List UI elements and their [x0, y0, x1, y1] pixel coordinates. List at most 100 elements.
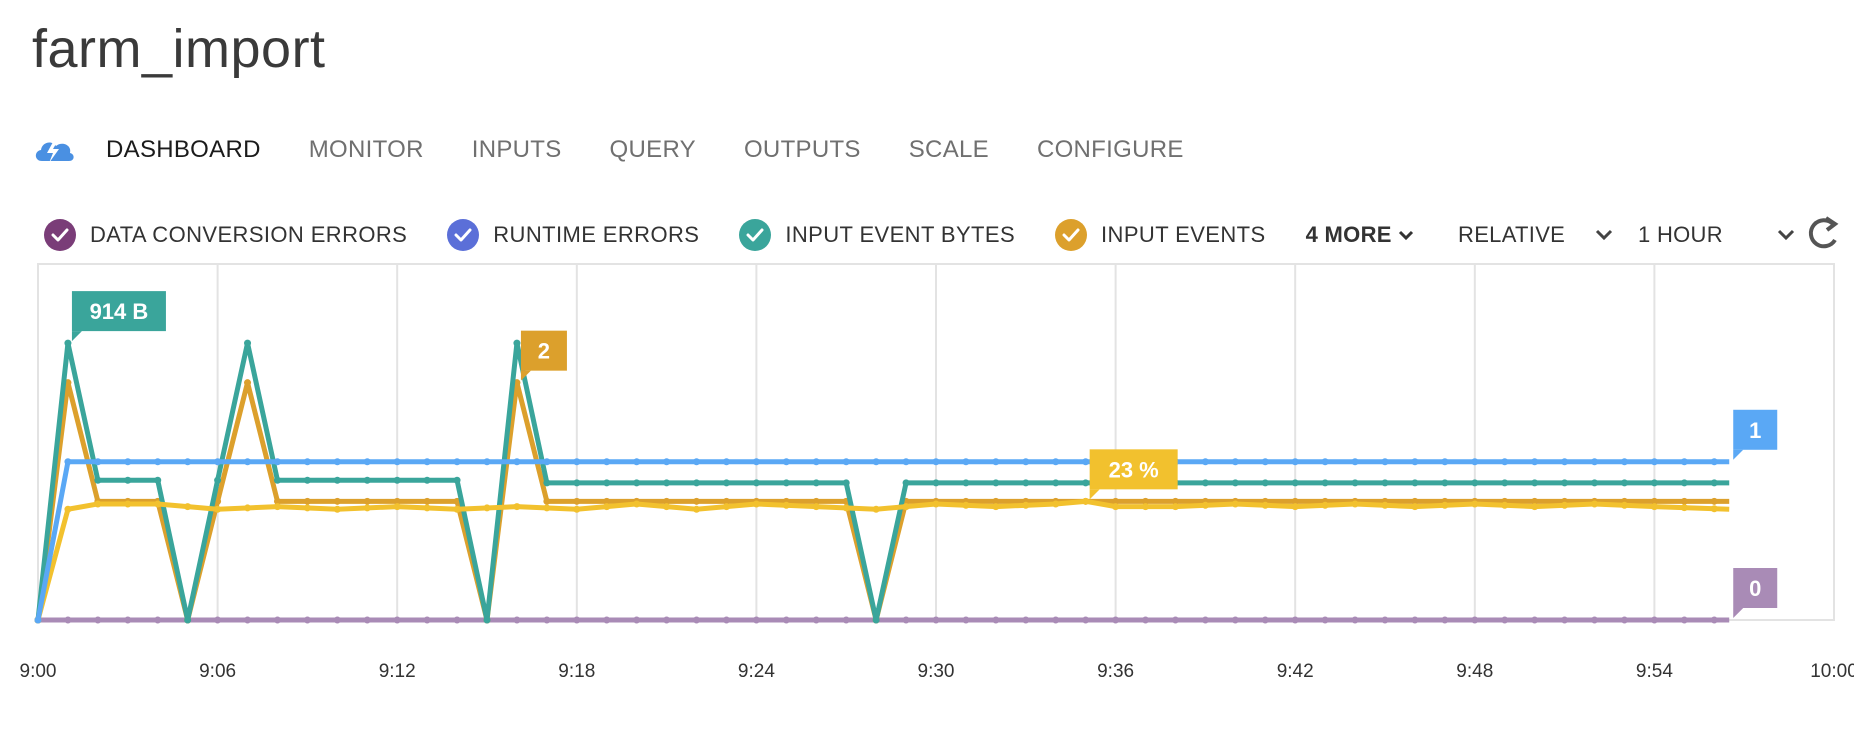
series-point	[1441, 479, 1449, 487]
series-point	[902, 479, 910, 487]
legend-item-input-event-bytes[interactable]: INPUT EVENT BYTES	[739, 219, 1015, 251]
series-point	[214, 616, 222, 624]
series-point	[214, 458, 222, 466]
series-point	[124, 616, 132, 624]
series-callout: 23 %	[1089, 449, 1178, 500]
series-point	[423, 497, 431, 505]
refresh-icon[interactable]	[1804, 214, 1842, 252]
series-point	[573, 458, 581, 466]
series-point	[154, 476, 162, 484]
series-point	[1650, 458, 1658, 466]
series-point	[1261, 616, 1269, 624]
legend-item-runtime-errors[interactable]: RUNTIME ERRORS	[447, 219, 699, 251]
x-tick-label: 10:00	[1810, 661, 1854, 682]
series-point	[1112, 616, 1120, 624]
tab-inputs[interactable]: INPUTS	[472, 136, 562, 164]
series-point	[1291, 616, 1299, 624]
series-point	[363, 476, 371, 484]
series-point	[1561, 616, 1569, 624]
series-point	[423, 616, 431, 624]
series-point	[992, 503, 1000, 511]
series-point	[363, 497, 371, 505]
series-point	[543, 479, 551, 487]
series-point	[1561, 501, 1569, 509]
legend-item-data-conversion-errors[interactable]: DATA CONVERSION ERRORS	[44, 219, 407, 251]
series-point	[722, 458, 730, 466]
series-point	[64, 505, 72, 513]
series-point	[1052, 500, 1060, 508]
tab-configure[interactable]: CONFIGURE	[1037, 136, 1184, 164]
series-point	[872, 616, 880, 624]
series-point	[453, 616, 461, 624]
series-point	[244, 504, 252, 512]
series-point	[603, 458, 611, 466]
legend-item-input-events[interactable]: INPUT EVENTS	[1055, 219, 1266, 251]
tab-query[interactable]: QUERY	[610, 136, 696, 164]
series-point	[513, 503, 521, 511]
legend-label: RUNTIME ERRORS	[493, 222, 700, 247]
series-point	[1591, 458, 1599, 466]
series-point	[1231, 616, 1239, 624]
series-point	[363, 616, 371, 624]
series-point	[1620, 616, 1628, 624]
series-point	[1680, 458, 1688, 466]
more-metrics-button[interactable]: 4 MORE	[1306, 222, 1414, 248]
series-point	[1680, 504, 1688, 512]
time-mode-select[interactable]: RELATIVE	[1458, 216, 1565, 254]
stream-analytics-logo-icon	[35, 142, 74, 163]
chevron-down-icon[interactable]	[1777, 229, 1795, 241]
series-point	[543, 458, 551, 466]
series-point	[94, 616, 102, 624]
callout-value: 914 B	[90, 299, 149, 324]
x-tick-label: 9:18	[558, 661, 595, 682]
tab-dashboard[interactable]: DASHBOARD	[106, 136, 261, 164]
x-tick-label: 9:12	[379, 661, 416, 682]
callout-value: 0	[1749, 576, 1761, 601]
tab-monitor[interactable]: MONITOR	[309, 136, 424, 164]
series-point	[423, 504, 431, 512]
series-point	[273, 458, 281, 466]
chart-grid	[37, 263, 1835, 621]
series-point	[303, 476, 311, 484]
series-point	[842, 616, 850, 624]
series-point	[244, 616, 252, 624]
series-point	[1291, 458, 1299, 466]
series-point	[1680, 497, 1688, 505]
series-point	[1171, 503, 1179, 511]
series-point	[513, 339, 521, 347]
series-point	[1231, 479, 1239, 487]
series-point	[1680, 616, 1688, 624]
series-point	[214, 505, 222, 513]
series-point	[453, 476, 461, 484]
series-point	[603, 616, 611, 624]
time-range-select[interactable]: 1 HOUR	[1638, 216, 1723, 254]
tab-outputs[interactable]: OUTPUTS	[744, 136, 861, 164]
x-axis-ticks: 9:00 9:06 9:12 9:18 9:24 9:30 9:36 9:42 9:48 9:54…	[20, 661, 1854, 682]
series-point	[1171, 616, 1179, 624]
tab-scale[interactable]: SCALE	[909, 136, 989, 164]
checkmark-icon	[447, 219, 480, 251]
series-point	[663, 616, 671, 624]
x-tick-label: 9:48	[1456, 661, 1493, 682]
series-point	[184, 616, 192, 624]
chevron-down-icon[interactable]	[1595, 229, 1613, 241]
series-point	[1501, 458, 1509, 466]
series-point	[1082, 458, 1090, 466]
time-range-value: 1 HOUR	[1638, 222, 1723, 247]
series-point	[543, 504, 551, 512]
series-point	[184, 458, 192, 466]
series-point	[1201, 501, 1209, 509]
series-point	[1531, 616, 1539, 624]
series-point	[932, 458, 940, 466]
series-point	[1082, 616, 1090, 624]
series-0	[34, 616, 1730, 624]
checkmark-icon	[1055, 219, 1088, 251]
series-point	[1411, 479, 1419, 487]
series-point	[1650, 503, 1658, 511]
series-point	[1411, 458, 1419, 466]
series-point	[94, 500, 102, 508]
series-point	[363, 458, 371, 466]
series-point	[1381, 501, 1389, 509]
more-metrics-label: 4 MORE	[1305, 222, 1392, 247]
series-point	[303, 616, 311, 624]
